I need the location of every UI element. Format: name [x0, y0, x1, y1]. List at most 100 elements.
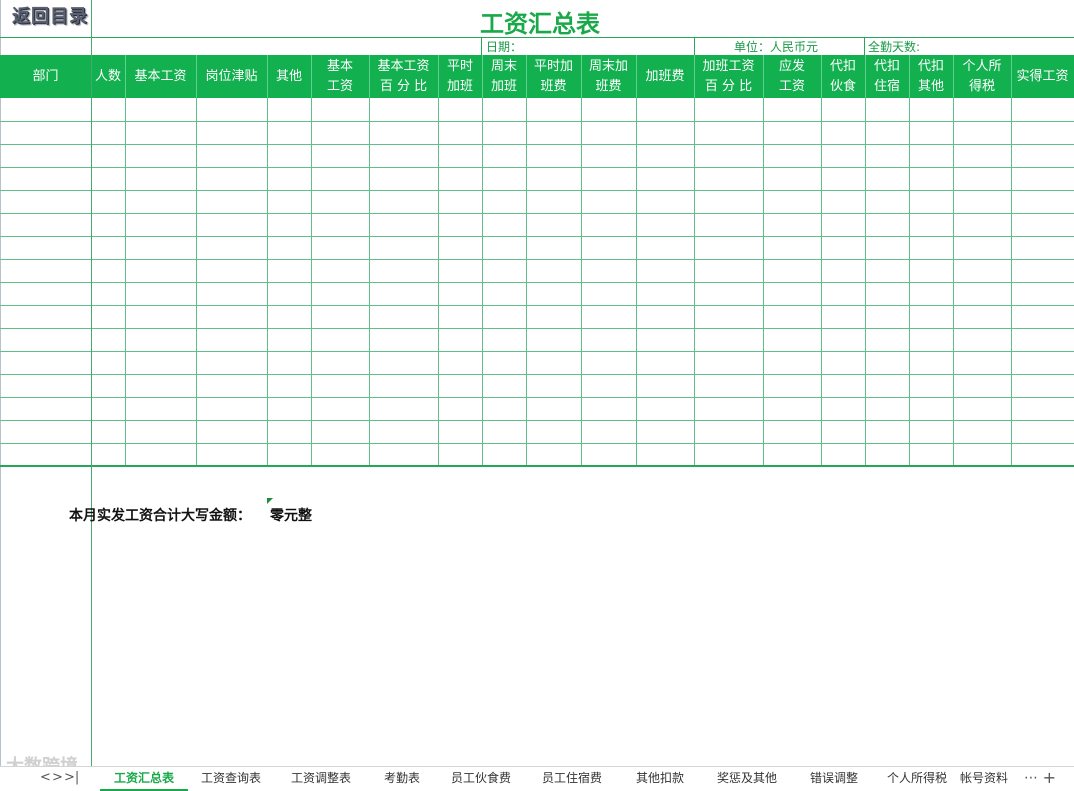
header-separator: [865, 55, 866, 98]
table-column-line: [694, 98, 695, 466]
table-row-line: [0, 351, 1074, 352]
column-header[interactable]: 基本工资: [125, 55, 196, 98]
sheet-tab[interactable]: 个人所得税: [876, 767, 958, 789]
table-row-line: [0, 236, 1074, 237]
table-row-line: [0, 190, 1074, 191]
column-header[interactable]: 加班费: [636, 55, 694, 98]
table-row-line: [0, 213, 1074, 214]
header-separator: [125, 55, 126, 98]
sheet-tab[interactable]: 工资汇总表: [100, 767, 188, 791]
table-column-line: [821, 98, 822, 466]
sheet-tab[interactable]: 员工伙食费: [436, 767, 526, 789]
table-column-line: [909, 98, 910, 466]
table-row-line: [0, 144, 1074, 145]
table-column-line: [581, 98, 582, 466]
column-header[interactable]: 基本工资 百 分 比: [369, 55, 438, 98]
total-amount-value[interactable]: 零元整: [270, 505, 312, 525]
column-header[interactable]: 周末加 班费: [581, 55, 636, 98]
info-divider: [864, 37, 865, 55]
table-column-line: [125, 98, 126, 466]
column-header[interactable]: 部门: [0, 55, 91, 98]
sheet-tab[interactable]: 其他扣款: [618, 767, 702, 789]
table-row-line: [0, 259, 1074, 260]
table-column-line: [953, 98, 954, 466]
header-separator: [482, 55, 483, 98]
table-row-line: [0, 305, 1074, 306]
sheet-tab[interactable]: 奖惩及其他: [702, 767, 792, 789]
header-separator: [526, 55, 527, 98]
header-separator: [909, 55, 910, 98]
column-header[interactable]: 周末 加班: [482, 55, 526, 98]
table-row-line: [0, 443, 1074, 444]
header-separator: [267, 55, 268, 98]
sheet-tab-bar: < > >| 工资汇总表 工资查询表 工资调整表 考勤表 员工伙食费 员工住宿费 其他扣款奖…: [0, 766, 1074, 791]
column-header[interactable]: 代扣 伙食: [821, 55, 865, 98]
table-column-line: [763, 98, 764, 466]
freeze-pane-line: [91, 0, 92, 766]
table-column-line: [438, 98, 439, 466]
page-title: 工资汇总表: [480, 10, 600, 38]
column-header[interactable]: 加班工资 百 分 比: [694, 55, 763, 98]
column-header[interactable]: 岗位津贴: [196, 55, 267, 98]
column-header[interactable]: 基本 工资: [311, 55, 369, 98]
header-separator: [694, 55, 695, 98]
table-column-line: [267, 98, 268, 466]
column-header[interactable]: 应发 工资: [763, 55, 821, 98]
salary-table-body[interactable]: [0, 98, 1074, 466]
table-bottom-border: [0, 465, 1074, 467]
comment-indicator-icon: [267, 498, 273, 504]
table-header: 部门 人数 基本工资 岗位津贴 其他 基本 工资 基本工资 百 分 比平时 加班 周末 加班平…: [0, 55, 1074, 98]
header-separator: [369, 55, 370, 98]
table-column-line: [196, 98, 197, 466]
more-sheets-icon[interactable]: ⋯: [1024, 767, 1038, 789]
table-column-line: [526, 98, 527, 466]
prev-sheet-icon[interactable]: <: [40, 770, 51, 785]
back-to-contents-link[interactable]: 返回目录: [12, 2, 88, 28]
header-separator: [821, 55, 822, 98]
info-divider: [481, 37, 482, 55]
header-separator: [763, 55, 764, 98]
header-separator: [438, 55, 439, 98]
column-header[interactable]: 其他: [267, 55, 311, 98]
date-label: 日期：: [486, 40, 523, 54]
sheet-tab[interactable]: 考勤表: [368, 767, 436, 789]
header-separator: [1011, 55, 1012, 98]
table-row-line: [0, 167, 1074, 168]
table-column-line: [311, 98, 312, 466]
last-sheet-icon[interactable]: >|: [64, 770, 79, 785]
total-amount-label: 本月实发工资合计大写金额：: [69, 508, 251, 524]
table-row-line: [0, 282, 1074, 283]
unit-label: 单位：人民币元: [734, 40, 819, 54]
sheet-tab[interactable]: 错误调整: [792, 767, 876, 789]
table-row-line: [0, 121, 1074, 122]
header-separator: [581, 55, 582, 98]
column-header[interactable]: 平时 加班: [438, 55, 482, 98]
header-separator: [311, 55, 312, 98]
sheet-tab[interactable]: 帐号资料: [958, 767, 1010, 789]
table-row-line: [0, 420, 1074, 421]
column-header[interactable]: 平时加 班费: [526, 55, 581, 98]
column-header[interactable]: 实得工资: [1011, 55, 1074, 98]
table-row-line: [0, 328, 1074, 329]
info-divider: [694, 37, 695, 55]
attendance-days-label: 全勤天数:: [868, 40, 921, 54]
column-header[interactable]: 个人所 得税: [953, 55, 1011, 98]
add-sheet-icon[interactable]: +: [1043, 767, 1056, 789]
table-column-line: [865, 98, 866, 466]
sheet-tab[interactable]: 工资查询表: [188, 767, 274, 789]
next-sheet-icon[interactable]: >: [52, 770, 63, 785]
header-separator: [953, 55, 954, 98]
column-header[interactable]: 代扣 住宿: [865, 55, 909, 98]
column-header[interactable]: 代扣 其他: [909, 55, 953, 98]
column-header[interactable]: 人数: [91, 55, 125, 98]
table-column-line: [1011, 98, 1012, 466]
sheet-tab[interactable]: 员工住宿费: [526, 767, 618, 789]
sheet-tab[interactable]: 工资调整表: [274, 767, 368, 789]
table-column-line: [369, 98, 370, 466]
table-row-line: [0, 374, 1074, 375]
spreadsheet-sheet: 返回目录 工资汇总表 日期： 单位：人民币元 全勤天数: 部门 人数 基本工资 岗位津…: [0, 0, 1074, 766]
header-separator: [636, 55, 637, 98]
header-separator: [196, 55, 197, 98]
table-row-line: [0, 397, 1074, 398]
table-column-line: [482, 98, 483, 466]
